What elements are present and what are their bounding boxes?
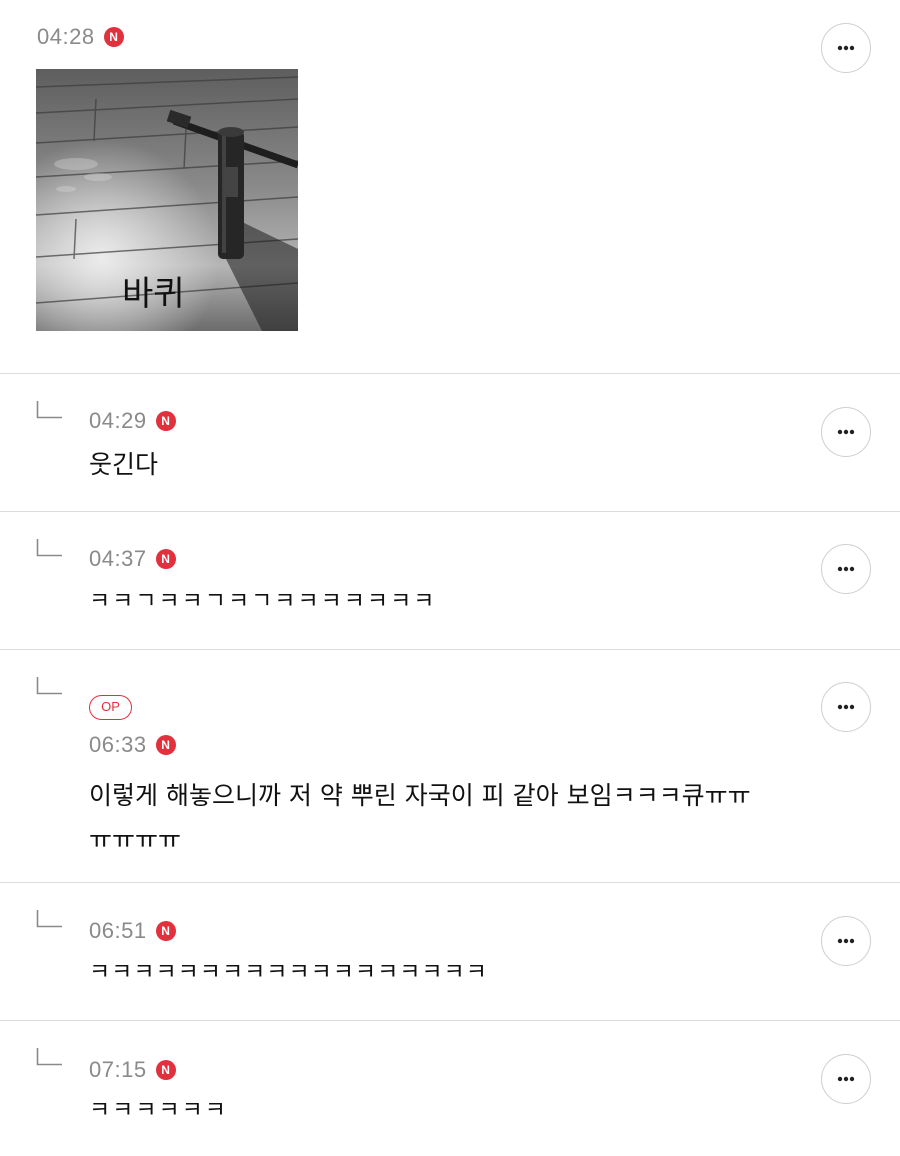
new-badge: N <box>155 1060 176 1080</box>
comment-text: 웃긴다 <box>89 450 159 479</box>
more-horizontal-icon <box>837 704 855 710</box>
reply-arrow-icon <box>36 677 62 695</box>
more-options-button[interactable] <box>821 916 871 966</box>
reply-item: 07:15 N ㅋㅋㅋㅋㅋㅋ <box>0 1021 900 1156</box>
new-badge: N <box>155 921 176 941</box>
comment-time: 04:37 <box>89 546 147 571</box>
more-options-button[interactable] <box>821 1054 871 1104</box>
new-badge: N <box>155 549 176 569</box>
image-caption: 바퀴 <box>122 274 185 314</box>
comment-time: 04:29 <box>89 408 147 433</box>
comment-meta: 04:29 N <box>89 408 176 434</box>
comment-time: 04:28 <box>37 24 95 49</box>
comment-text: ㅋㅋㅋㅋㅋㅋㅋㅋㅋㅋㅋㅋㅋㅋㅋㅋㅋㅋ <box>89 959 488 985</box>
comment-text: ㅋㅋㄱㅋㅋㄱㅋㄱㅋㅋㅋㅋㅋㅋㅋ <box>89 588 437 614</box>
comment-meta: 06:51 N <box>89 918 176 944</box>
comment-text: ㅋㅋㅋㅋㅋㅋ <box>89 1097 228 1123</box>
more-horizontal-icon <box>837 429 855 435</box>
attached-image[interactable]: 바퀴 <box>36 69 298 331</box>
more-horizontal-icon <box>837 45 855 51</box>
reply-arrow-icon <box>36 910 62 928</box>
comment-meta: 04:37 N <box>89 546 176 572</box>
more-horizontal-icon <box>837 938 855 944</box>
reply-arrow-icon <box>36 1048 62 1066</box>
comment-time: 06:33 <box>89 732 147 757</box>
comment-text: 이렇게 해놓으니까 저 약 뿌린 자국이 피 같아 보임ㅋㅋㅋ큐ㅠㅠ ㅠㅠㅠㅠ <box>89 781 751 854</box>
reply-item: 06:51 N ㅋㅋㅋㅋㅋㅋㅋㅋㅋㅋㅋㅋㅋㅋㅋㅋㅋㅋ <box>0 883 900 1021</box>
more-horizontal-icon <box>837 1076 855 1082</box>
reply-item: 04:37 N ㅋㅋㄱㅋㅋㄱㅋㄱㅋㅋㅋㅋㅋㅋㅋ <box>0 512 900 650</box>
reply-item: OP 06:33 N 이렇게 해놓으니까 저 약 뿌린 자국이 피 같아 보임ㅋ… <box>0 650 900 883</box>
more-options-button[interactable] <box>821 407 871 457</box>
reply-arrow-icon <box>36 401 62 419</box>
more-options-button[interactable] <box>821 682 871 732</box>
comment-meta: 04:28 N <box>37 24 124 50</box>
new-badge: N <box>155 735 176 755</box>
more-horizontal-icon <box>837 566 855 572</box>
comment-meta: 06:33 N <box>89 732 176 758</box>
reply-item: 04:29 N 웃긴다 <box>0 374 900 512</box>
more-options-button[interactable] <box>821 544 871 594</box>
attached-image-drawing: 바퀴 <box>36 69 298 331</box>
new-badge: N <box>103 27 124 47</box>
new-badge: N <box>155 411 176 431</box>
comment-meta: 07:15 N <box>89 1057 176 1083</box>
more-options-button[interactable] <box>821 23 871 73</box>
comment-item: 04:28 N 바퀴 <box>0 0 900 374</box>
reply-arrow-icon <box>36 539 62 557</box>
comment-time: 07:15 <box>89 1057 147 1082</box>
comment-time: 06:51 <box>89 918 147 943</box>
op-badge: OP <box>89 695 132 720</box>
